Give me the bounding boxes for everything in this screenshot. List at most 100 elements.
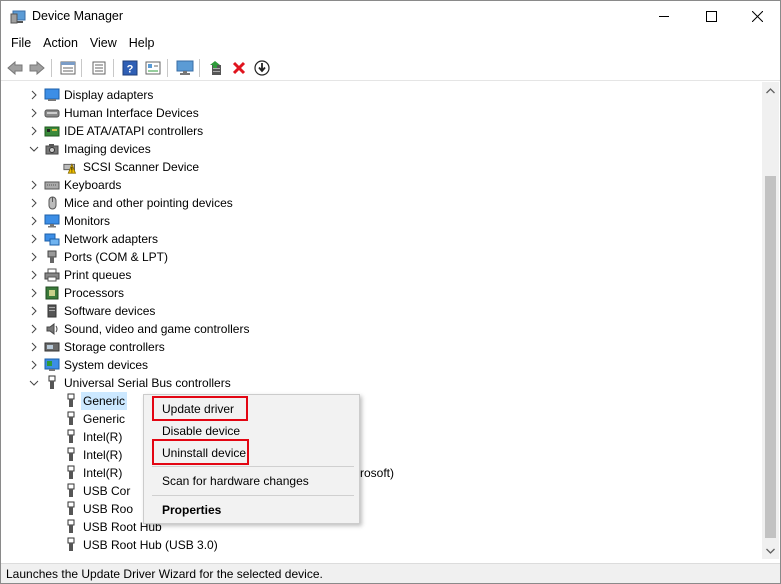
close-button[interactable] [734, 1, 780, 32]
back-icon [7, 60, 23, 75]
help-button[interactable]: ? [120, 58, 140, 77]
hid-icon [44, 105, 60, 121]
tree-item-usb-controllers[interactable]: Universal Serial Bus controllers [29, 374, 231, 392]
context-disable-device[interactable]: Disable device [162, 422, 240, 440]
scroll-down-button[interactable] [762, 542, 779, 559]
usb-icon [63, 411, 79, 427]
highlight-uninstall-device [152, 439, 249, 465]
tree-item-imaging-devices[interactable]: Imaging devices [29, 140, 151, 158]
tree-item-label: Storage controllers [64, 340, 165, 354]
scanner-warning-icon [63, 159, 79, 175]
tree-item-usb-child[interactable]: USB Roo [63, 500, 133, 518]
tree-item-label-overflow: rosoft) [360, 466, 395, 480]
menu-help[interactable]: Help [123, 33, 161, 53]
menu-bar: File Action View Help [1, 32, 780, 53]
uninstall-icon [232, 61, 246, 74]
usb-icon [63, 447, 79, 463]
tree-item-software-devices[interactable]: Software devices [29, 302, 155, 320]
device-manager-window: Device Manager File Action View Help ? D… [0, 0, 781, 584]
tree-item-usb-child[interactable]: Generic [63, 410, 125, 428]
minimize-icon [658, 16, 669, 17]
menu-file[interactable]: File [5, 33, 37, 53]
usb-icon [63, 537, 79, 553]
svg-text:?: ? [127, 63, 134, 75]
tree-item-sound[interactable]: Sound, video and game controllers [29, 320, 249, 338]
system-icon [44, 357, 60, 373]
minimize-button[interactable] [641, 1, 687, 32]
tree-item-usb-child[interactable]: USB Root Hub (USB 3.0) [63, 536, 218, 554]
tree-item-usb-child[interactable]: Intel(R) [63, 464, 122, 482]
tree-item-mice[interactable]: Mice and other pointing devices [29, 194, 233, 212]
tree-item-print-queues[interactable]: Print queues [29, 266, 131, 284]
window-title: Device Manager [32, 9, 124, 23]
chevron-right-icon [31, 360, 37, 370]
tree-item-label: Intel(R) [83, 448, 123, 462]
tree-item-display-adapters[interactable]: Display adapters [29, 86, 153, 104]
tree-item-usb-child[interactable]: Intel(R) [63, 428, 122, 446]
menu-view[interactable]: View [84, 33, 123, 53]
tree-item-ide[interactable]: IDE ATA/ATAPI controllers [29, 122, 203, 140]
tree-item-label: Keyboards [64, 178, 122, 192]
tree-item-label: Software devices [64, 304, 156, 318]
scroll-up-button[interactable] [762, 82, 779, 99]
help-icon: ? [122, 60, 138, 75]
chevron-right-icon [31, 108, 37, 118]
view-icon [145, 61, 161, 74]
download-icon [254, 59, 270, 76]
tree-item-label: SCSI Scanner Device [83, 160, 200, 174]
scroll-down-icon [766, 548, 775, 554]
forward-icon [29, 60, 45, 75]
vertical-scrollbar[interactable] [762, 82, 779, 559]
chevron-right-icon [31, 252, 37, 262]
context-properties[interactable]: Properties [162, 501, 221, 519]
menu-action[interactable]: Action [37, 33, 84, 53]
status-text: Launches the Update Driver Wizard for th… [6, 567, 323, 581]
tree-item-hid[interactable]: Human Interface Devices [29, 104, 199, 122]
context-scan-hardware[interactable]: Scan for hardware changes [162, 472, 309, 490]
tree-item-label: Processors [64, 286, 125, 300]
chevron-down-icon [29, 146, 39, 152]
tree-item-usb-child[interactable]: Generic [63, 392, 128, 410]
tree-item-label: USB Root Hub (USB 3.0) [83, 538, 218, 552]
view-button[interactable] [143, 58, 163, 77]
monitor-icon [176, 60, 194, 75]
tree-item-scsi-scanner[interactable]: SCSI Scanner Device [63, 158, 199, 176]
chevron-right-icon [31, 342, 37, 352]
status-bar: Launches the Update Driver Wizard for th… [1, 563, 780, 583]
chevron-right-icon [31, 180, 37, 190]
chevron-down-icon [29, 380, 39, 386]
monitor-icon [44, 213, 60, 229]
device-tree[interactable]: Display adapters Human Interface Devices… [1, 82, 762, 559]
tree-item-monitors[interactable]: Monitors [29, 212, 110, 230]
tree-item-system-devices[interactable]: System devices [29, 356, 148, 374]
download-button[interactable] [252, 58, 272, 77]
chevron-right-icon [31, 234, 37, 244]
tree-item-keyboards[interactable]: Keyboards [29, 176, 121, 194]
tree-item-label: Imaging devices [64, 142, 151, 156]
tree-item-ports[interactable]: Ports (COM & LPT) [29, 248, 168, 266]
printer-icon [44, 267, 60, 283]
scroll-up-icon [766, 87, 775, 93]
maximize-button[interactable] [688, 1, 734, 32]
chevron-right-icon [31, 306, 37, 316]
context-separator [152, 466, 354, 467]
tree-item-label: Ports (COM & LPT) [64, 250, 169, 264]
toolbar-separator [81, 59, 82, 77]
cpu-icon [44, 285, 60, 301]
speaker-icon [44, 321, 60, 337]
forward-button[interactable] [27, 58, 47, 77]
properties-button[interactable] [58, 58, 78, 77]
tree-item-storage-controllers[interactable]: Storage controllers [29, 338, 165, 356]
scroll-thumb[interactable] [765, 176, 776, 538]
tree-item-usb-child[interactable]: USB Cor [63, 482, 130, 500]
grid-button[interactable] [89, 58, 109, 77]
tree-item-network-adapters[interactable]: Network adapters [29, 230, 158, 248]
uninstall-button[interactable] [229, 58, 249, 77]
monitor-button[interactable] [175, 58, 195, 77]
tree-item-processors[interactable]: Processors [29, 284, 124, 302]
usb-icon [63, 393, 79, 409]
update-driver-button[interactable] [206, 58, 226, 77]
back-button[interactable] [5, 58, 25, 77]
tree-item-usb-child[interactable]: Intel(R) [63, 446, 122, 464]
highlight-update-driver [152, 396, 248, 421]
